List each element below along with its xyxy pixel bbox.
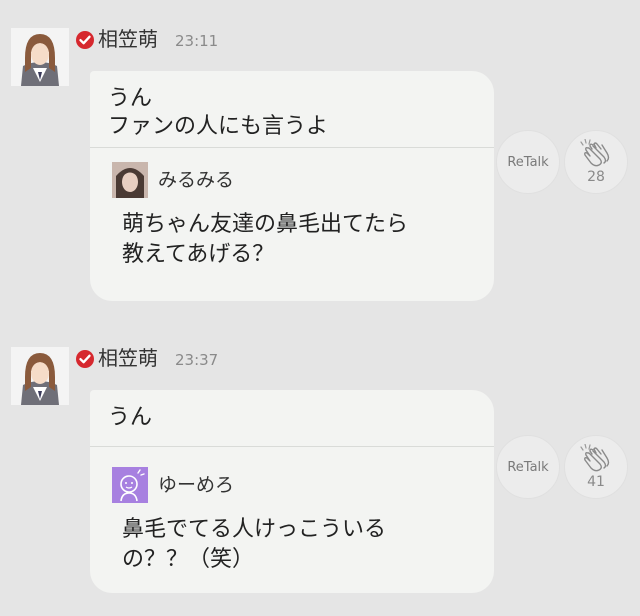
message-line: うん (108, 405, 153, 430)
verified-check-icon (76, 31, 94, 49)
quote-author-name: ゆーめろ (158, 474, 235, 496)
author-name[interactable]: 相笠萌 (98, 26, 158, 52)
quote-avatar (112, 162, 148, 198)
message-bubble: うん ゆーめろ 鼻毛でてる人けっこういる の？？（笑） (90, 390, 494, 593)
clap-button[interactable]: 41 (564, 435, 628, 499)
message-text: うん (90, 390, 494, 438)
clap-icon (580, 138, 612, 167)
message-line: うん (108, 86, 153, 111)
retalk-button[interactable]: ReTalk (496, 130, 560, 194)
author-avatar[interactable] (11, 28, 69, 86)
author-avatar[interactable] (11, 347, 69, 405)
author-name[interactable]: 相笠萌 (98, 345, 158, 371)
quote-author-name: みるみる (158, 169, 235, 191)
message-bubble: うん ファンの人にも言うよ みるみる 萌ちゃん友達の鼻毛出てたら 教えてあげる？ (90, 71, 494, 301)
post-time: 23:37 (175, 351, 219, 369)
quote-line: 鼻毛でてる人けっこういる (122, 517, 387, 542)
post-time: 23:11 (175, 32, 219, 50)
clap-button[interactable]: 28 (564, 130, 628, 194)
quote-line: 教えてあげる？ (122, 242, 275, 267)
quote-line: の？？（笑） (122, 547, 255, 572)
quoted-comment[interactable]: ゆーめろ 鼻毛でてる人けっこういる の？？（笑） (90, 447, 494, 597)
clap-icon (580, 443, 612, 472)
quote-text: 鼻毛でてる人けっこういる の？？（笑） (122, 515, 386, 575)
quote-text: 萌ちゃん友達の鼻毛出てたら 教えてあげる？ (122, 210, 408, 270)
clap-count: 41 (587, 474, 605, 490)
message-text: うん ファンの人にも言うよ (90, 71, 494, 147)
quote-avatar (112, 467, 148, 503)
verified-check-icon (76, 350, 94, 368)
retalk-button[interactable]: ReTalk (496, 435, 560, 499)
quote-line: 萌ちゃん友達の鼻毛出てたら (122, 212, 409, 237)
clap-count: 28 (587, 169, 605, 185)
message-line: ファンの人にも言うよ (108, 114, 329, 139)
quoted-comment[interactable]: みるみる 萌ちゃん友達の鼻毛出てたら 教えてあげる？ (90, 148, 494, 293)
